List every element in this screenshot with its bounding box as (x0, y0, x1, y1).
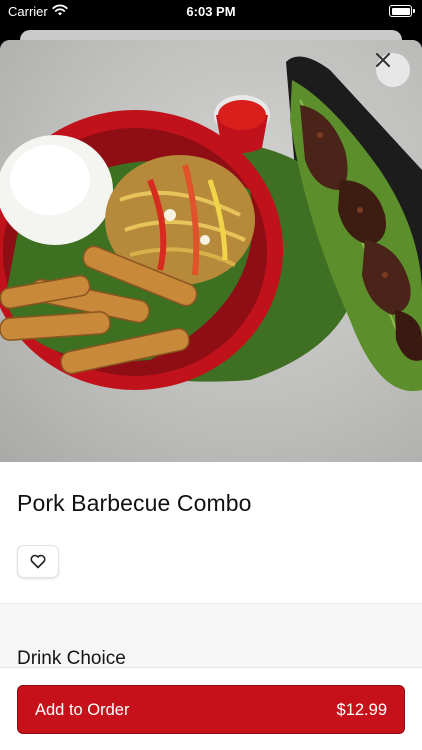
bottom-bar: Add to Order $12.99 (0, 667, 422, 750)
add-to-order-button[interactable]: Add to Order $12.99 (17, 685, 405, 734)
battery-icon (389, 5, 415, 17)
status-time: 6:03 PM (186, 4, 236, 19)
status-bar: Carrier 6:03 PM (0, 0, 422, 24)
food-illustration (0, 56, 422, 392)
item-title: Pork Barbecue Combo (17, 490, 252, 516)
order-price: $12.99 (336, 701, 387, 719)
heart-icon (30, 554, 46, 569)
close-icon (376, 53, 390, 67)
close-button[interactable] (376, 53, 410, 87)
battery-fill (391, 7, 410, 15)
add-to-order-label: Add to Order (35, 701, 130, 719)
item-photo (0, 40, 422, 462)
favorite-button[interactable] (17, 545, 59, 578)
item-detail-sheet: Pork Barbecue Combo Drink Choice Add to … (0, 40, 422, 750)
